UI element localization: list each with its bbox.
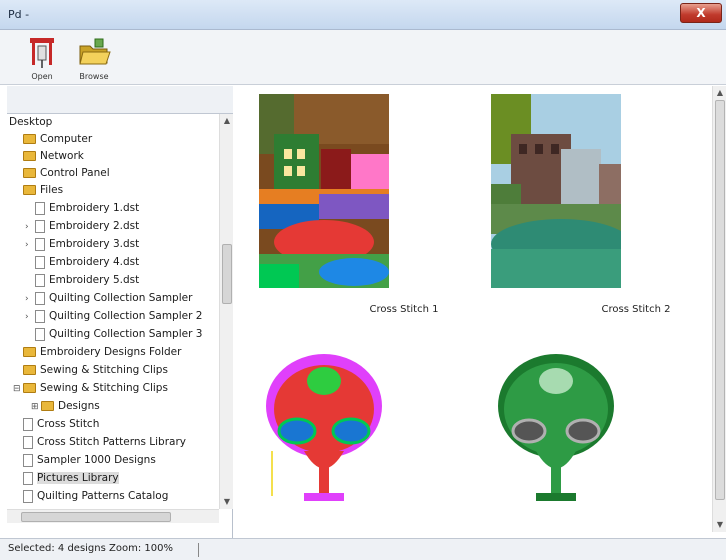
design-preview-image [259,94,389,288]
file-icon [35,255,45,269]
thumbnail-caption: Cross Stitch 1 [369,304,439,315]
folder-icon [23,151,36,161]
tree-item[interactable]: Control Panel [13,165,110,182]
tree-horizontal-scrollbar[interactable] [7,509,219,523]
folder-open-icon [79,38,111,65]
tree-item[interactable]: Embroidery 1.dst [25,200,139,217]
status-bar: Selected: 4 designs Zoom: 100% [0,538,726,560]
tree-item[interactable]: Files [13,182,63,199]
tree-item[interactable]: Cross Stitch Patterns Library [13,434,186,451]
tree-item[interactable]: › Quilting Collection Sampler 2 [25,308,202,325]
file-icon [35,219,45,233]
tree-item[interactable]: Quilting Collection Sampler 3 [25,326,202,343]
file-icon [35,273,45,287]
thumbnail-grid: Cross Stitch 1 Cross Stitch 2 [234,86,712,532]
scroll-up-icon[interactable]: ▲ [713,86,726,100]
tree-item[interactable]: › Embroidery 2.dst [25,218,139,235]
status-separator [198,543,199,557]
design-preview-image [491,94,621,288]
folder-icon [23,347,36,357]
tree-item[interactable]: Network [13,148,84,165]
tree-item[interactable]: Embroidery 4.dst [25,254,139,271]
file-icon [23,417,33,431]
folder-icon [23,365,36,375]
scroll-down-icon[interactable]: ▼ [713,518,726,532]
thumbnail-caption: Cross Stitch 2 [601,304,671,315]
folder-icon [23,383,36,393]
grid-scroll-thumb[interactable] [715,100,725,500]
file-icon [35,237,45,251]
close-button[interactable]: X [680,3,722,23]
file-icon [35,291,45,305]
status-text: Selected: 4 designs Zoom: 100% [8,543,173,554]
file-icon [23,471,33,485]
tree-root[interactable]: Desktop [9,114,52,131]
tree-item[interactable]: › Quilting Collection Sampler [25,290,192,307]
file-icon [35,201,45,215]
folder-icon [23,168,36,178]
tree-scroll-thumb[interactable] [222,244,232,304]
tree-item[interactable]: Sewing & Stitching Clips [13,362,168,379]
tree-hscroll-thumb[interactable] [21,512,171,522]
file-icon [35,309,45,323]
tree-item[interactable]: ⊞ Designs [31,398,100,415]
toolbar: Open Browse [0,30,726,85]
open-button[interactable]: Open [22,36,62,82]
sewing-machine-icon [30,38,54,68]
title-bar: Pd - X [0,0,726,30]
tree-item[interactable]: Embroidery Designs Folder [13,344,181,361]
folder-icon [23,134,36,144]
tree-item-selected[interactable]: Pictures Library [13,470,119,487]
tree-item[interactable]: Embroidery 5.dst [25,272,139,289]
file-icon [23,435,33,449]
tree-item[interactable]: Sampler 1000 Designs [13,452,156,469]
open-label: Open [31,72,53,81]
scroll-up-icon[interactable]: ▲ [220,114,234,128]
folder-icon [23,185,36,195]
file-icon [23,453,33,467]
tree-item[interactable]: › Embroidery 3.dst [25,236,139,253]
window-title: Pd - [8,8,30,21]
design-preview-image [498,354,614,501]
file-icon [23,489,33,503]
folder-tree-panel: Desktop Computer Network Control Panel F… [7,86,233,538]
browse-button[interactable]: Browse [74,36,114,82]
folder-icon [41,401,54,411]
grid-vertical-scrollbar[interactable]: ▲ ▼ [712,86,726,532]
tree-item[interactable]: Computer [13,131,92,148]
browse-label: Browse [79,72,109,81]
tree-header [7,86,233,114]
tree-item[interactable]: Quilting Patterns Catalog [13,488,168,505]
tree-item[interactable]: ⊟ Sewing & Stitching Clips [13,380,168,397]
tree-item[interactable]: Cross Stitch [13,416,99,433]
design-preview-image [266,354,382,501]
tree-vertical-scrollbar[interactable]: ▲ ▼ [219,114,233,509]
folder-tree: Desktop Computer Network Control Panel F… [7,114,219,509]
scroll-down-icon[interactable]: ▼ [220,495,234,509]
file-icon [35,327,45,341]
